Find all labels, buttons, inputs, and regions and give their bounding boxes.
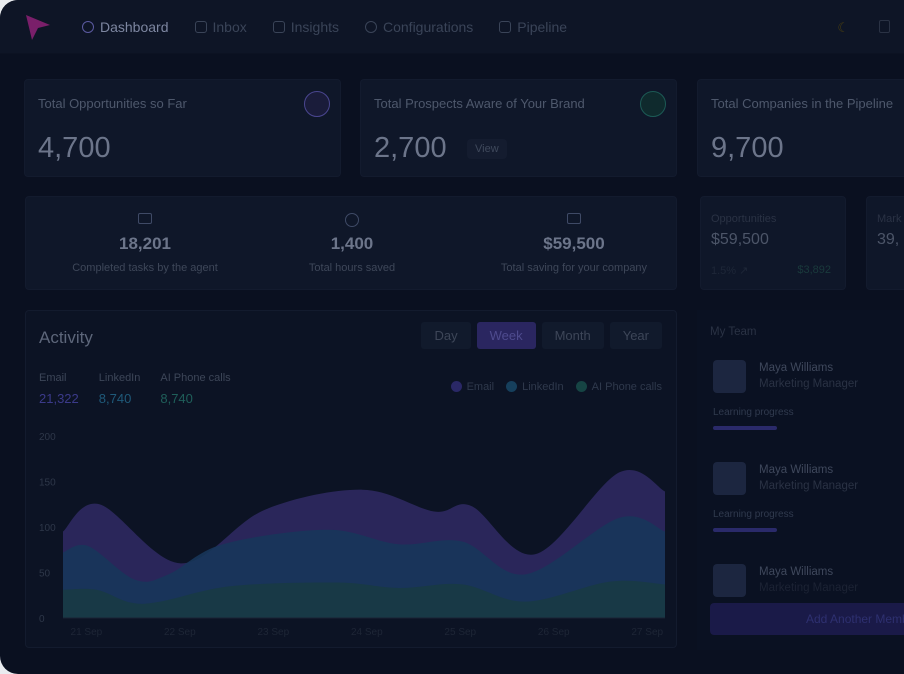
logo-icon [26, 14, 50, 40]
y-tick-label: 100 [39, 523, 56, 534]
nav-label: Pipeline [517, 18, 568, 35]
insights-icon [272, 20, 285, 33]
nav-label: Dashboard [100, 18, 169, 35]
avatar [713, 564, 746, 597]
y-tick-label: 0 [39, 614, 45, 625]
mini-change: 1.5% ↗ [711, 265, 749, 277]
card-value: 4,700 [38, 132, 111, 164]
stat-value: 18,201 [119, 234, 171, 253]
team-title: My Team [710, 326, 757, 338]
money-icon [567, 213, 581, 224]
member-name: Maya Williams [759, 464, 834, 476]
stat-hours: 1,400 Total hours saved [247, 197, 457, 274]
progress-label: Learning progress [713, 509, 794, 520]
avatar [713, 462, 746, 495]
card-title: Total Companies in the Pipeline [711, 96, 894, 111]
x-tick-label: 24 Sep [351, 627, 383, 638]
stat-value: $59,500 [543, 234, 605, 253]
progress-bar [713, 426, 777, 430]
top-nav: Dashboard Inbox Insights Configurations … [0, 0, 904, 54]
x-tick-label: 26 Sep [538, 627, 570, 638]
member-role: Marketing Manager [759, 582, 859, 594]
nav-label: Inbox [212, 18, 247, 35]
shield-icon [640, 91, 666, 117]
view-button[interactable]: View [467, 139, 507, 159]
y-tick-label: 200 [39, 432, 56, 443]
nav-configurations[interactable]: Configurations [365, 19, 473, 35]
member-role: Marketing Manager [759, 480, 859, 492]
member-name: Maya Williams [759, 566, 834, 578]
opportunities-card: Total Opportunities so Far 4,700 [24, 79, 341, 177]
mini-value: $59,500 [711, 231, 769, 248]
mini-marketing: Mark 39, [866, 196, 904, 290]
card-value: 2,700 [374, 132, 447, 164]
x-tick-label: 27 Sep [631, 627, 663, 638]
add-member-button[interactable]: Add Another Member [710, 603, 904, 635]
mini-value: 39, [877, 231, 900, 248]
nav-dashboard[interactable]: Dashboard [82, 19, 169, 35]
y-tick-label: 150 [39, 478, 56, 489]
mini-title: Mark [877, 213, 902, 225]
stat-saving: $59,500 Total saving for your company [469, 197, 679, 274]
x-tick-label: 25 Sep [444, 627, 476, 638]
y-tick-label: 50 [39, 569, 51, 580]
laptop-icon [138, 213, 152, 224]
stat-label: Total saving for your company [500, 262, 648, 274]
inbox-icon [194, 20, 207, 33]
moon-icon[interactable]: ☾ [837, 20, 849, 36]
member-role: Marketing Manager [759, 378, 859, 390]
stat-tasks: 18,201 Completed tasks by the agent [40, 197, 250, 274]
card-value: 9,700 [711, 132, 784, 164]
nav-label: Configurations [383, 18, 474, 35]
card-title: Total Prospects Aware of Your Brand [374, 96, 585, 111]
panel-icon[interactable] [879, 20, 890, 33]
card-title: Total Opportunities so Far [38, 96, 187, 111]
x-tick-label: 21 Sep [71, 627, 103, 638]
card-icon [304, 91, 330, 117]
nav-label: Insights [290, 18, 339, 35]
x-tick-label: 23 Sep [257, 627, 289, 638]
prospects-card: Total Prospects Aware of Your Brand 2,70… [360, 79, 677, 177]
pie-chart-icon [82, 20, 94, 33]
mini-opportunities: Opportunities $59,500 1.5% ↗ $3,892 [700, 196, 846, 290]
clock-icon [345, 213, 359, 227]
add-member-label: Add Another Member [806, 612, 904, 626]
stats-card: 18,201 Completed tasks by the agent 1,400… [25, 196, 677, 290]
activity-card: Activity Day Week Month Year Email 21,322… [25, 310, 677, 648]
clipboard-icon [499, 20, 512, 33]
progress-bar [713, 528, 777, 532]
stat-label: Completed tasks by the agent [72, 262, 218, 274]
progress-label: Learning progress [713, 407, 794, 418]
avatar [713, 360, 746, 393]
x-tick-label: 22 Sep [164, 627, 196, 638]
companies-card: Total Companies in the Pipeline 9,700 [697, 79, 904, 177]
nav-inbox[interactable]: Inbox [194, 18, 247, 35]
nav-insights[interactable]: Insights [272, 18, 339, 35]
team-panel: My Team Maya Williams Marketing Manager … [697, 310, 904, 650]
member-name: Maya Williams [759, 362, 834, 374]
nav-pipeline[interactable]: Pipeline [499, 19, 567, 35]
app-window: Dashboard Inbox Insights Configurations … [0, 0, 904, 674]
stat-value: 1,400 [330, 234, 374, 253]
mini-title: Opportunities [711, 213, 777, 225]
mini-amount: $3,892 [797, 264, 831, 276]
gear-icon [365, 20, 377, 33]
stat-label: Total hours saved [308, 262, 396, 274]
activity-chart: 0 50 100 150 200 21 Sep 22 Sep 23 Sep 24 Sep 25 S… [39, 432, 665, 638]
